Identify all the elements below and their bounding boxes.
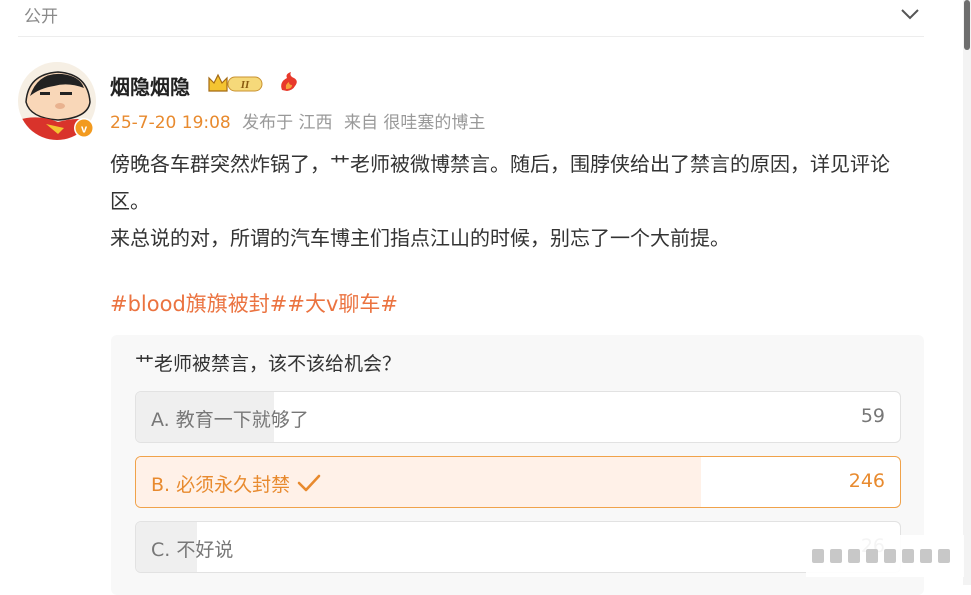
post-location: 发布于 江西 — [242, 113, 333, 133]
poll-option-count: 246 — [848, 470, 885, 492]
poll-option-label: B. 必须永久封禁 — [151, 474, 291, 496]
post-body: 傍晚各车群突然炸锅了，艹老师被微博禁言。随后，围脖侠给出了禁言的原因，详见评论区… — [110, 146, 924, 257]
divider — [18, 36, 924, 37]
poll-option-count: 59 — [860, 405, 885, 427]
level-text: II — [240, 79, 250, 91]
post-line: 傍晚各车群突然炸锅了，艹老师被微博禁言。随后，围脖侠给出了禁言的原因，详见评论区… — [110, 152, 890, 213]
poll-option-c[interactable]: C. 不好说 26 — [135, 521, 901, 573]
poll-card: 艹老师被禁言，该不该给机会？ A. 教育一下就够了 59 B. 必须永久封禁 2… — [111, 335, 924, 595]
verified-mark: v — [81, 124, 88, 136]
poll-option-label: A. 教育一下就够了 — [151, 409, 309, 431]
visibility-label: 公开 — [24, 7, 58, 27]
post-line: 来总说的对，所谓的汽车博主们指点江山的时候，别忘了一个大前提。 — [110, 226, 730, 250]
poll-option-b[interactable]: B. 必须永久封禁 246 — [135, 456, 901, 508]
post-meta: 25-7-20 19:08 发布于 江西 来自 很哇塞的博主 — [110, 108, 491, 133]
top-bar: 公开 — [0, 0, 940, 30]
avatar[interactable]: v — [18, 62, 96, 140]
post-time[interactable]: 25-7-20 19:08 — [110, 113, 231, 133]
poll-question: 艹老师被禁言，该不该给机会？ — [135, 353, 402, 375]
check-icon — [296, 473, 322, 498]
poll-option-label: C. 不好说 — [151, 539, 234, 561]
poll-option-a[interactable]: A. 教育一下就够了 59 — [135, 391, 901, 443]
post-source: 来自 很哇塞的博主 — [343, 113, 486, 133]
topic-tags[interactable]: #blood旗旗被封##大v聊车# — [110, 288, 398, 318]
scrollbar-thumb[interactable] — [964, 0, 970, 50]
flame-icon[interactable] — [277, 70, 301, 94]
expand-icon[interactable] — [806, 535, 964, 577]
chevron-down-icon[interactable] — [898, 4, 922, 24]
username[interactable]: 烟隐烟隐 — [110, 71, 190, 100]
poll-option-label-wrap: B. 必须永久封禁 — [151, 470, 322, 498]
level-badge[interactable]: II — [206, 72, 266, 94]
scrollbar[interactable] — [963, 0, 971, 585]
